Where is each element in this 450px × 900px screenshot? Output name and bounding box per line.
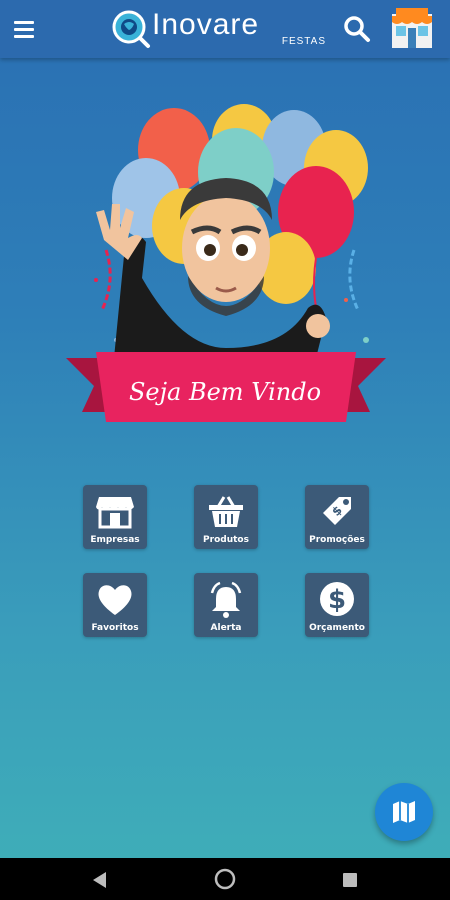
menu-item-alerta[interactable]: Alerta: [194, 573, 258, 637]
menu-button[interactable]: [14, 14, 46, 44]
menu-item-promocoes[interactable]: $ Promoções: [305, 485, 369, 549]
search-icon: [344, 16, 370, 42]
menu-item-label: Empresas: [90, 535, 140, 545]
logo-globe-icon: [112, 10, 150, 48]
search-button[interactable]: [342, 14, 372, 44]
menu-item-label: Promoções: [309, 535, 365, 545]
basket-icon: [209, 496, 243, 527]
app-logo: Inovare FESTAS: [110, 6, 330, 52]
price-tag-icon: $: [323, 497, 351, 525]
dollar-icon: $: [320, 582, 354, 616]
menu-item-orcamento[interactable]: $ Orçamento: [305, 573, 369, 637]
menu-item-label: Alerta: [210, 623, 242, 633]
logo-text: Inovare: [152, 8, 260, 41]
svg-text:$: $: [328, 585, 346, 615]
map-icon: [393, 801, 415, 823]
welcome-text: Seja Bem Vindo: [128, 378, 322, 406]
recents-icon[interactable]: [342, 872, 358, 888]
menu-item-empresas[interactable]: Empresas: [83, 485, 147, 549]
hamburger-menu-icon: [14, 20, 34, 24]
home-icon[interactable]: [214, 868, 236, 890]
menu-item-label: Orçamento: [309, 623, 365, 633]
menu-item-favoritos[interactable]: Favoritos: [83, 573, 147, 637]
system-navigation-bar: [0, 858, 450, 900]
app-bar: Inovare FESTAS: [0, 0, 450, 58]
logo-subtext: FESTAS: [281, 36, 326, 47]
bell-icon: [210, 581, 242, 618]
store-icon: [96, 497, 134, 529]
menu-item-label: Favoritos: [91, 623, 139, 633]
map-button[interactable]: [375, 783, 433, 841]
store-button[interactable]: [388, 6, 436, 50]
storefront-icon: [392, 8, 432, 48]
menu-item-produtos[interactable]: Produtos: [194, 485, 258, 549]
heart-icon: [98, 585, 132, 615]
back-icon[interactable]: [90, 870, 110, 890]
menu-item-label: Produtos: [203, 535, 249, 545]
